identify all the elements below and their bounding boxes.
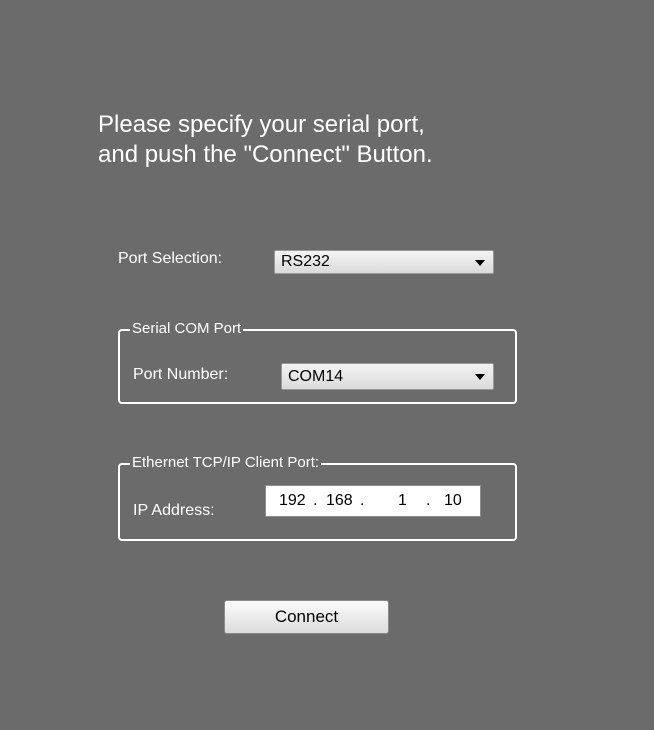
ip-dot-3: . [426, 492, 431, 509]
ip-dot-1: . [313, 492, 318, 509]
port-selection-dropdown[interactable]: RS232 [274, 250, 494, 274]
connection-panel: Please specify your serial port, and pus… [0, 0, 654, 730]
ip-address-field[interactable]: 192 . 168 . 1 . 10 [265, 485, 481, 517]
port-number-dropdown[interactable]: COM14 [281, 363, 494, 390]
chevron-down-icon [475, 260, 485, 266]
port-number-label: Port Number: [133, 366, 229, 383]
ethernet-tcp-ip-title: Ethernet TCP/IP Client Port: [130, 454, 322, 472]
instruction-line-1: Please specify your serial port, [98, 111, 425, 138]
ip-address-label: IP Address: [133, 502, 215, 519]
serial-com-port-title: Serial COM Port [130, 320, 244, 338]
instruction-line-2: and push the "Connect" Button. [98, 141, 433, 168]
ip-octet-4[interactable]: 10 [444, 492, 462, 510]
instruction-text: Please specify your serial port, and pus… [98, 110, 558, 170]
port-selection-value: RS232 [281, 253, 330, 270]
connect-button[interactable]: Connect [224, 600, 389, 634]
ip-octet-1[interactable]: 192 [279, 492, 306, 510]
ip-octet-3[interactable]: 1 [398, 492, 407, 510]
port-number-value: COM14 [288, 368, 344, 385]
chevron-down-icon [475, 374, 485, 380]
ip-octet-2[interactable]: 168 [326, 492, 353, 510]
ip-dot-2: . [360, 492, 365, 509]
window-edge [654, 0, 658, 730]
port-selection-label: Port Selection: [118, 250, 223, 267]
